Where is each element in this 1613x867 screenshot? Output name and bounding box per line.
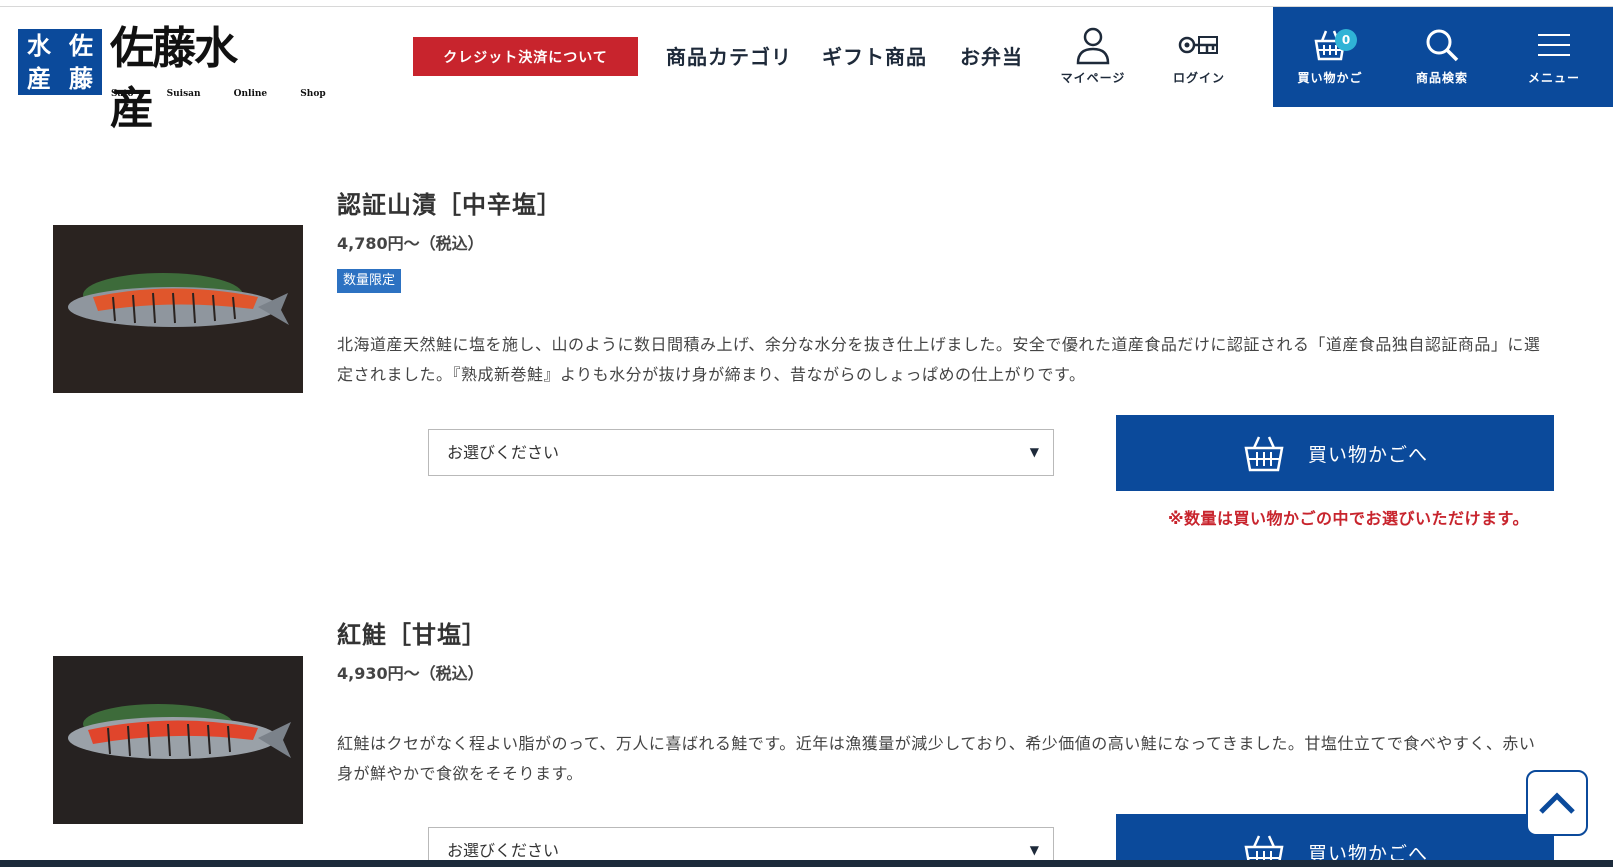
- logo-subtitle: Sato Suisan Online Shop: [111, 89, 326, 99]
- menu-button[interactable]: メニュー: [1509, 25, 1599, 95]
- nav-bento[interactable]: お弁当: [960, 41, 1023, 70]
- site-logo[interactable]: 水 佐 産 藤 佐藤水産 Sato Suisan Online Shop: [18, 19, 326, 134]
- credit-payment-button[interactable]: クレジット決済について: [413, 37, 638, 76]
- bottom-bar: [0, 860, 1613, 867]
- header-action-bar: 0 買い物かご 商品検索 メニュー: [1273, 7, 1613, 107]
- product-title[interactable]: 紅鮭［甘塩］: [337, 615, 487, 650]
- select-placeholder: お選びください: [447, 443, 560, 462]
- nav-gift-products[interactable]: ギフト商品: [822, 41, 927, 70]
- login-link[interactable]: ログイン: [1154, 25, 1244, 95]
- product-image[interactable]: [53, 225, 303, 393]
- product-image[interactable]: [53, 656, 303, 824]
- logo-mark: 水 佐 産 藤: [18, 29, 102, 95]
- chevron-up-icon: [1539, 792, 1575, 814]
- site-header: 水 佐 産 藤 佐藤水産 Sato Suisan Online Shop クレジ…: [0, 7, 1613, 134]
- cart-label: 買い物かご: [1297, 71, 1363, 85]
- product-description: 北海道産天然鮭に塩を施し、山のように数日間積み上げ、余分な水分を抜き仕上げました…: [337, 335, 1541, 384]
- user-icon: [1076, 27, 1110, 65]
- add-to-cart-label: 買い物かごへ: [1307, 443, 1428, 466]
- quantity-note: ※数量は買い物かごの中でお選びいただけます。: [1168, 509, 1529, 528]
- product-description: 紅鮭はクセがなく程よい脂がのって、万人に喜ばれる鮭です。近年は漁獲量が減少してお…: [337, 734, 1536, 783]
- basket-icon: [1244, 436, 1284, 472]
- nav-product-category[interactable]: 商品カテゴリ: [666, 41, 792, 70]
- add-to-cart-button[interactable]: 買い物かごへ: [1116, 415, 1554, 491]
- mypage-label: マイページ: [1060, 71, 1126, 85]
- hamburger-icon: [1538, 34, 1570, 56]
- salmon-image: [53, 656, 303, 824]
- product-price: 4,780円〜（税込）: [337, 234, 484, 253]
- top-border: [0, 0, 1613, 7]
- search-label: 商品検索: [1415, 71, 1468, 85]
- product-price: 4,930円〜（税込）: [337, 664, 484, 683]
- dropdown-arrow-icon: ▼: [1029, 445, 1039, 459]
- cart-count-badge: 0: [1335, 29, 1357, 51]
- product-title[interactable]: 認証山漬［中辛塩］: [337, 185, 562, 220]
- back-to-top-button[interactable]: [1526, 770, 1588, 836]
- menu-label: メニュー: [1527, 71, 1580, 85]
- search-icon: [1426, 29, 1459, 62]
- login-label: ログイン: [1172, 71, 1225, 85]
- limited-quantity-badge: 数量限定: [337, 269, 402, 293]
- product-variant-select[interactable]: お選びください ▼: [428, 429, 1054, 476]
- mypage-link[interactable]: マイページ: [1048, 25, 1138, 95]
- logo-wordmark: 佐藤水産: [110, 23, 238, 134]
- select-placeholder: お選びください: [447, 841, 560, 860]
- key-icon: [1178, 36, 1218, 54]
- product-search-link[interactable]: 商品検索: [1397, 25, 1487, 95]
- salmon-image: [53, 225, 303, 393]
- cart-link[interactable]: 0 買い物かご: [1285, 25, 1375, 95]
